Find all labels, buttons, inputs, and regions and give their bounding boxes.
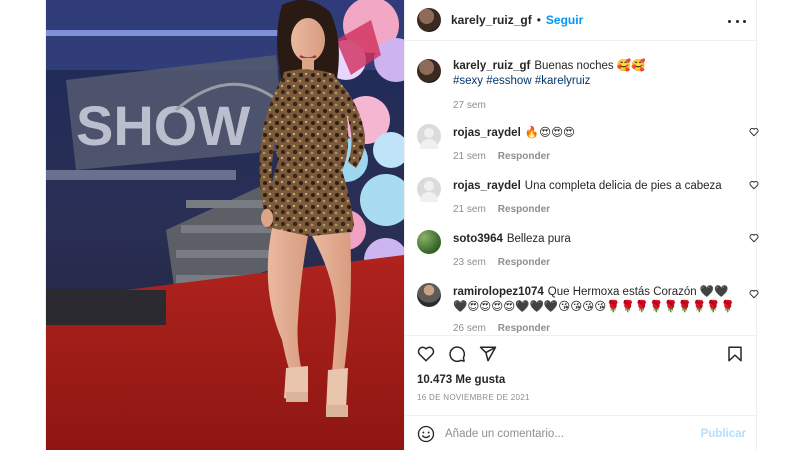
commenter-username[interactable]: ramirolopez1074 — [453, 286, 544, 298]
likes-count[interactable]: 10.473 Me gusta — [417, 374, 505, 386]
commenter-avatar[interactable] — [417, 124, 441, 149]
post-photo[interactable]: SHOW — [46, 0, 404, 450]
caption-body: Buenas noches 🥰🥰 — [534, 60, 646, 72]
comment-body: 🔥😍😍😍 — [524, 127, 576, 139]
author-username[interactable]: karely_ruiz_gf — [451, 13, 532, 27]
commenter-username[interactable]: soto3964 — [453, 233, 503, 245]
caption-username[interactable]: karely_ruiz_gf — [453, 60, 530, 72]
comment-meta: 23 sem Responder — [453, 257, 747, 268]
comment-icon[interactable] — [448, 345, 466, 363]
comment-meta: 26 sem Responder — [453, 323, 747, 334]
list-item: rojas_raydel 🔥😍😍😍 21 sem Responder — [417, 124, 759, 162]
share-icon[interactable] — [479, 345, 497, 363]
comment-like-heart-icon[interactable] — [749, 127, 759, 137]
post-photo-image: SHOW — [46, 0, 404, 450]
author-avatar[interactable] — [417, 8, 441, 32]
commenter-avatar[interactable] — [417, 177, 441, 202]
comment-meta: 21 sem Responder — [453, 204, 747, 215]
list-item: rojas_raydel Una completa delicia de pies… — [417, 177, 759, 215]
list-item: soto3964 Belleza pura 23 sem Responder — [417, 230, 759, 268]
follow-button[interactable]: Seguir — [546, 13, 583, 27]
publish-button[interactable]: Publicar — [701, 428, 746, 440]
caption: karely_ruiz_gf Buenas noches 🥰🥰 #sexy #ess… — [417, 59, 747, 111]
comment-text: ramirolopez1074 Que Hermoxa estás Corazón… — [453, 283, 747, 315]
comment-meta: 21 sem Responder — [453, 151, 747, 162]
commenter-avatar[interactable] — [417, 283, 441, 307]
comment-like-heart-icon[interactable] — [749, 289, 759, 299]
emoji-icon[interactable] — [417, 425, 435, 443]
reply-button[interactable]: Responder — [498, 204, 550, 215]
comment-like-heart-icon[interactable] — [749, 180, 759, 190]
commenter-username[interactable]: rojas_raydel — [453, 180, 521, 192]
caption-hashtags[interactable]: #sexy #esshow #karelyruiz — [453, 75, 590, 87]
comment-like-heart-icon[interactable] — [749, 233, 759, 243]
action-icons — [417, 345, 497, 363]
add-comment-bar: Publicar — [405, 415, 756, 450]
comment-time[interactable]: 26 sem — [453, 323, 486, 334]
like-heart-icon[interactable] — [417, 345, 435, 363]
comment-time[interactable]: 21 sem — [453, 151, 486, 162]
commenter-avatar[interactable] — [417, 230, 441, 254]
caption-avatar[interactable] — [417, 59, 441, 83]
save-bookmark-icon[interactable] — [726, 345, 744, 363]
post-side-panel: karely_ruiz_gf • Seguir karely_ruiz_gf Bu… — [404, 0, 759, 450]
comment-input[interactable] — [445, 424, 695, 444]
comment-time[interactable]: 23 sem — [453, 257, 486, 268]
instagram-post: SHOW karely_ruiz_gf • Seguir karely_ruiz… — [45, 0, 759, 450]
comment-body: Una completa delicia de pies a cabeza — [524, 180, 722, 192]
caption-time[interactable]: 27 sem — [453, 100, 486, 111]
post-actions: 10.473 Me gusta 16 DE NOVIEMBRE DE 2021 … — [405, 335, 756, 450]
caption-text: karely_ruiz_gf Buenas noches 🥰🥰 #sexy #ess… — [453, 59, 747, 89]
post-header: karely_ruiz_gf • Seguir — [405, 0, 756, 41]
commenter-username[interactable]: rojas_raydel — [453, 127, 521, 139]
reply-button[interactable]: Responder — [498, 257, 550, 268]
more-options-icon[interactable] — [728, 12, 746, 30]
svg-text:SHOW: SHOW — [76, 94, 250, 157]
caption-meta: 27 sem — [453, 100, 747, 111]
post-date[interactable]: 16 DE NOVIEMBRE DE 2021 — [417, 393, 530, 402]
comment-time[interactable]: 21 sem — [453, 204, 486, 215]
list-item: ramirolopez1074 Que Hermoxa estás Corazón… — [417, 283, 759, 334]
comment-text: soto3964 Belleza pura — [453, 230, 747, 247]
reply-button[interactable]: Responder — [498, 323, 550, 334]
reply-button[interactable]: Responder — [498, 151, 550, 162]
comment-body: Belleza pura — [506, 233, 571, 245]
separator-dot: • — [536, 13, 541, 27]
comment-text: rojas_raydel Una completa delicia de pies… — [453, 177, 747, 194]
comment-text: rojas_raydel 🔥😍😍😍 — [453, 124, 747, 141]
